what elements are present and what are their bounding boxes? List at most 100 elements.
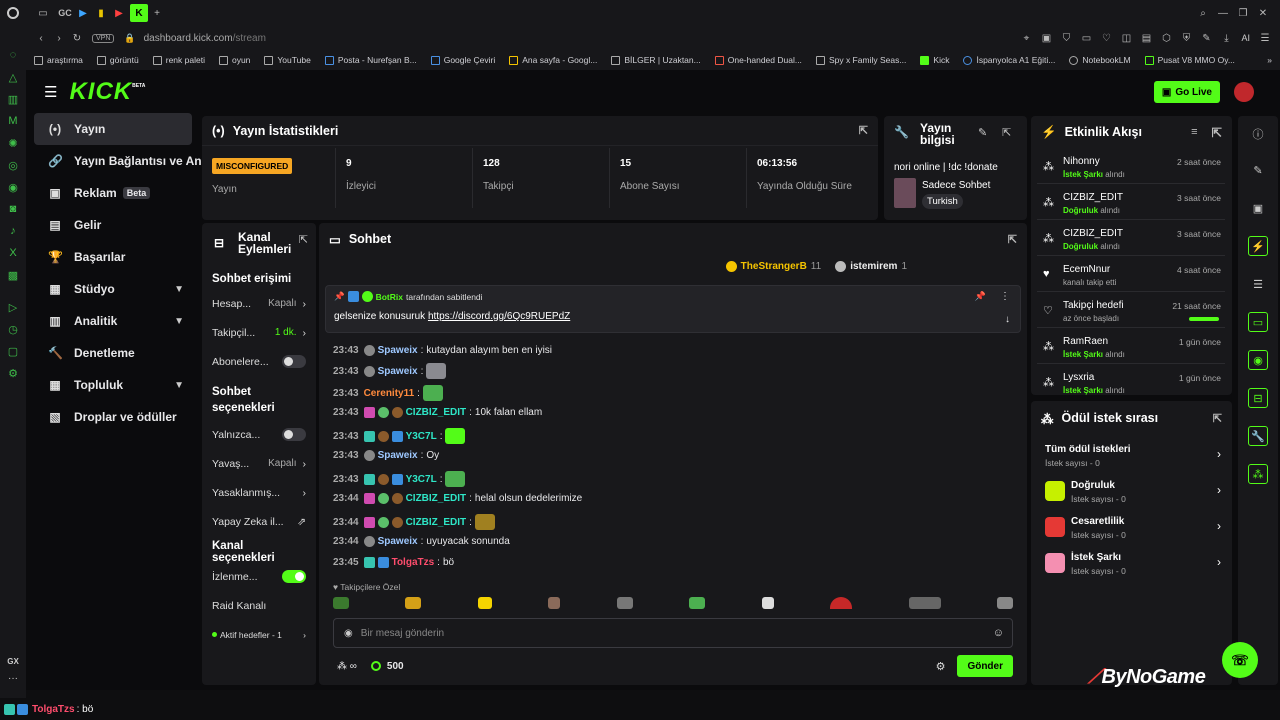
tab-play-icon[interactable]: ▶ — [74, 4, 92, 22]
menu-icon[interactable]: ☰ — [1256, 29, 1274, 47]
chat-message[interactable]: 23:43 Y3C7L: — [333, 471, 466, 487]
bookmark-item[interactable]: görüntü — [96, 55, 139, 65]
chat-input[interactable]: ◉ Bir mesaj gönderin ☺ — [333, 618, 1013, 648]
edit-icon[interactable]: ✎ — [1248, 160, 1268, 180]
feed-item[interactable]: ⁂ CIZBIZ_EDIT Doğruluk alındı 3 saat önce — [1037, 188, 1225, 220]
url-field[interactable]: dashboard.kick.com/stream — [144, 33, 266, 44]
bookmark-item[interactable]: oyun — [218, 55, 250, 65]
feed-item[interactable]: ⁂ RamRaen İstek Şarkı alındı 1 gün önce — [1037, 332, 1225, 364]
popout-icon[interactable]: ⇱ — [1213, 412, 1222, 425]
popout-icon[interactable]: ⇱ — [859, 124, 868, 137]
ai-button[interactable]: AI — [1241, 33, 1250, 43]
download-icon[interactable]: ⤓ — [1217, 29, 1235, 47]
popout-icon[interactable]: ⇱ — [1002, 126, 1011, 139]
community-icon[interactable]: ⁂ — [1248, 464, 1268, 484]
emote-only-toggle[interactable] — [282, 428, 306, 441]
emote-image[interactable] — [830, 597, 853, 609]
page-icon[interactable]: ▤ — [1137, 29, 1155, 47]
tab-icon[interactable]: ▭ — [34, 4, 52, 22]
bookmark-item[interactable]: BİLGER | Uzaktan... — [611, 55, 701, 65]
bookmark-item[interactable]: Posta - Nurefşan B... — [324, 55, 417, 65]
bookmark-item[interactable]: NotebookLM — [1069, 55, 1131, 65]
banned-words-row[interactable]: Yasaklanmış... › — [202, 478, 316, 507]
gaming-icon[interactable]: ▥ — [0, 88, 26, 110]
nav-stream[interactable]: (•) Yayın — [34, 113, 192, 145]
category-thumbnail[interactable] — [894, 178, 916, 208]
search-icon[interactable]: ⌕ — [1194, 4, 1212, 22]
snapshot-icon[interactable]: ▣ — [1037, 29, 1055, 47]
restore-icon[interactable]: ❐ — [1234, 4, 1252, 22]
ai-moderation-row[interactable]: Yapay Zeka il... ⇗ — [202, 507, 316, 536]
forward-icon[interactable]: › — [50, 29, 68, 47]
goals-row[interactable]: Aktif hedefler - 1 › — [202, 620, 316, 649]
broadcast-icon[interactable]: ◉ — [1248, 350, 1268, 370]
community-icon[interactable]: ⁂ ∞ — [337, 661, 357, 672]
emote-image[interactable] — [761, 597, 774, 609]
list-icon[interactable]: ☰ — [1248, 274, 1268, 294]
watch-toggle[interactable] — [282, 570, 306, 583]
nav-ads[interactable]: ▣ Reklam Beta — [34, 177, 192, 209]
filter-icon[interactable]: ≡ — [1191, 126, 1197, 138]
nav-moderation[interactable]: 🔨 Denetleme — [34, 337, 192, 369]
tray-icon[interactable]: ▭ — [1077, 29, 1095, 47]
feed-item[interactable]: ⁂ Lysxria İstek Şarkı alındı 1 gün önce — [1037, 368, 1225, 395]
whatsapp-icon[interactable]: ◎ — [0, 154, 26, 176]
emote-image[interactable] — [477, 597, 492, 609]
new-tab-button[interactable]: + — [148, 4, 166, 22]
chat-message[interactable]: 23:43 Y3C7L: — [333, 428, 466, 444]
settings-icon[interactable]: ⚙ — [936, 660, 946, 673]
stats-icon[interactable]: ▣ — [1248, 198, 1268, 218]
tab-bars-icon[interactable]: ▮ — [92, 4, 110, 22]
shield-icon[interactable]: ⛉ — [1057, 29, 1075, 47]
shield2-icon[interactable]: ⛨ — [1177, 29, 1195, 47]
pen-icon[interactable]: ✎ — [1197, 29, 1215, 47]
feed-item[interactable]: ⁂ Nihonny İstek Şarkı alındı 2 saat önce — [1037, 152, 1225, 184]
messenger-icon[interactable]: M — [0, 110, 26, 132]
tiktok-icon[interactable]: ♪ — [0, 220, 26, 242]
tab-kick-active[interactable]: K — [130, 4, 148, 22]
actions-icon[interactable]: ⊟ — [1248, 388, 1268, 408]
discord-icon[interactable]: ◉ — [0, 176, 26, 198]
feed-item[interactable]: ♥ EcemNnur kanalı takip etti 4 saat önce — [1037, 260, 1225, 292]
history-icon[interactable]: ◷ — [0, 318, 26, 340]
reward-row[interactable]: İstek Şarkı İstek sayısı - 0 › — [1045, 549, 1221, 579]
slow-mode-row[interactable]: Yavaş... Kapalı › — [202, 449, 316, 478]
popout-icon[interactable]: ⇱ — [299, 233, 308, 246]
send-button[interactable]: Gönder — [957, 655, 1013, 677]
instagram-icon[interactable]: ◙ — [0, 198, 26, 220]
bookmarks-overflow-icon[interactable]: » — [1267, 55, 1280, 65]
tab-gc[interactable]: GC — [56, 4, 74, 22]
gx-label[interactable]: GX — [0, 657, 26, 666]
bookmark-item[interactable]: Kick — [920, 55, 949, 65]
feed-item[interactable]: ⁂ CIZBIZ_EDIT Doğruluk alındı 3 saat önce — [1037, 224, 1225, 256]
bookmark-item[interactable]: Ana sayfa - Googl... — [509, 55, 597, 65]
opera-logo-icon[interactable] — [7, 7, 19, 19]
x-icon[interactable]: X — [0, 242, 26, 264]
channel-points[interactable]: 500 — [387, 661, 404, 672]
chat-message[interactable]: 23:43 Spaweix: kutaydan alayım ben en iyis… — [333, 345, 552, 356]
camera-icon[interactable]: ⌖ — [1017, 29, 1035, 47]
top-chatter-name[interactable]: istemirem — [850, 261, 897, 272]
bookmark-item[interactable]: Pusat V8 MMO Oy... — [1144, 55, 1235, 65]
chat-message[interactable]: 23:43 Spaweix: — [333, 363, 447, 379]
reward-row[interactable]: Cesaretlilik İstek sayısı - 0 › — [1045, 513, 1221, 543]
bookmark-item[interactable]: araştırma — [34, 55, 83, 65]
downloads-icon[interactable]: ▢ — [0, 340, 26, 362]
popout-icon[interactable]: ⇱ — [1008, 233, 1017, 246]
expand-icon[interactable]: ↓ — [1005, 314, 1010, 325]
top-chatter-name[interactable]: TheStrangerB — [741, 261, 807, 272]
nav-analytics[interactable]: ▥ Analitik ▼ — [34, 305, 192, 337]
bookmark-item[interactable]: renk paleti — [152, 55, 205, 65]
emoji-icon[interactable]: ☺ — [993, 627, 1004, 639]
speed-dial-icon[interactable]: ◌ — [0, 44, 26, 66]
followers-only-row[interactable]: Takipçil... 1 dk. › — [202, 318, 316, 347]
emote-image[interactable] — [908, 597, 941, 609]
wrench-icon[interactable]: 🔧 — [1248, 426, 1268, 446]
popout-icon[interactable]: ⇱ — [1212, 125, 1222, 140]
extensions-icon[interactable]: △ — [0, 66, 26, 88]
cube-icon[interactable]: ⬡ — [1157, 29, 1175, 47]
watch-row[interactable]: İzlenme... — [202, 562, 316, 591]
info-icon[interactable]: ⓘ — [1248, 124, 1268, 144]
chat-icon[interactable]: ▭ — [1248, 312, 1268, 332]
reward-row[interactable]: Doğruluk İstek sayısı - 0 › — [1045, 477, 1221, 507]
